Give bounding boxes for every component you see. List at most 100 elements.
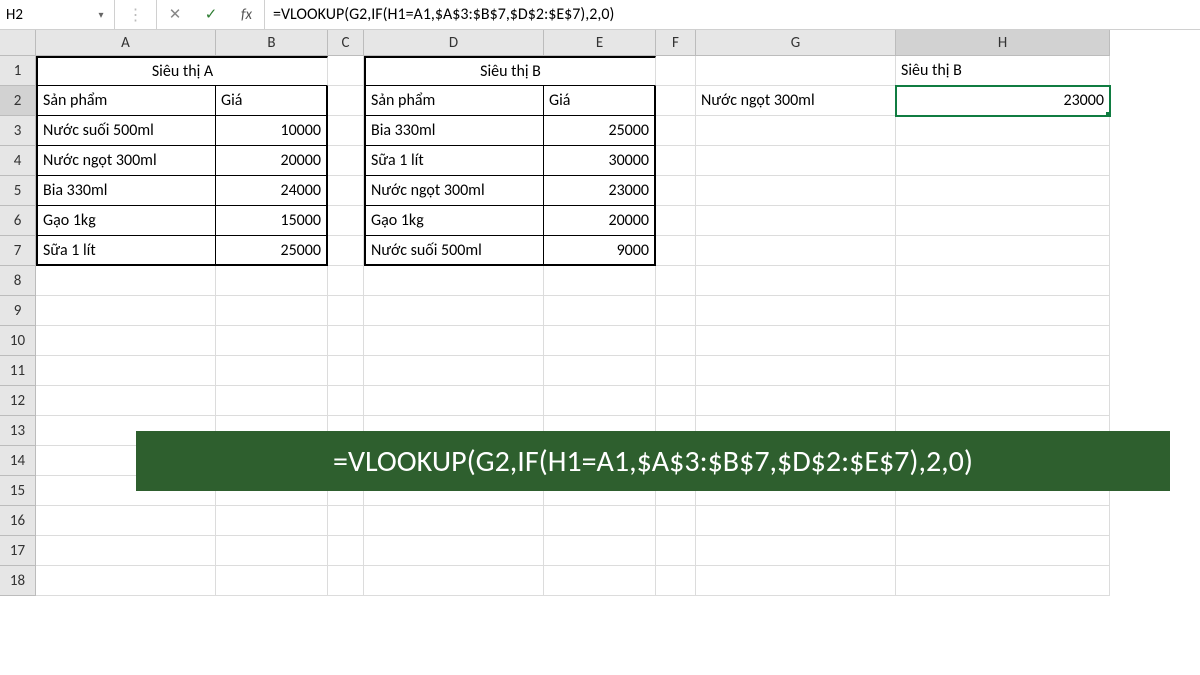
cell-C[interactable]: [328, 536, 364, 566]
cell-C[interactable]: [328, 266, 364, 296]
cell-E[interactable]: [544, 326, 656, 356]
cell-E[interactable]: [544, 296, 656, 326]
table-b-row-price[interactable]: 23000: [544, 176, 656, 206]
cell-E[interactable]: [544, 536, 656, 566]
row-header-12[interactable]: 12: [0, 386, 36, 416]
cell-A[interactable]: [36, 266, 216, 296]
table-b-row-product[interactable]: Nước ngọt 300ml: [364, 176, 544, 206]
cell-B[interactable]: [216, 386, 328, 416]
cell-F[interactable]: [656, 296, 696, 326]
row-header-6[interactable]: 6: [0, 206, 36, 236]
cell-C[interactable]: [328, 566, 364, 596]
fill-handle[interactable]: [1106, 112, 1110, 116]
column-headers[interactable]: ABCDEFGH: [36, 30, 1110, 56]
cell-C[interactable]: [328, 386, 364, 416]
cell-A[interactable]: [36, 326, 216, 356]
cell-H[interactable]: [896, 536, 1110, 566]
cell-B[interactable]: [216, 296, 328, 326]
cell-F[interactable]: [656, 116, 696, 146]
cell-F[interactable]: [656, 536, 696, 566]
cell-B[interactable]: [216, 356, 328, 386]
table-a-row-product[interactable]: Gạo 1kg: [36, 206, 216, 236]
cell-F[interactable]: [656, 176, 696, 206]
cell-B[interactable]: [216, 566, 328, 596]
fx-button[interactable]: fx: [229, 0, 265, 29]
row-header-16[interactable]: 16: [0, 506, 36, 536]
cell-A[interactable]: [36, 566, 216, 596]
cell-H[interactable]: [896, 236, 1110, 266]
row-header-7[interactable]: 7: [0, 236, 36, 266]
table-a-row-product[interactable]: Sữa 1 lít: [36, 236, 216, 266]
table-a-row-product[interactable]: Nước suối 500ml: [36, 116, 216, 146]
lookup-result-cell[interactable]: 23000: [896, 86, 1110, 116]
cell-G[interactable]: [696, 116, 896, 146]
column-header-A[interactable]: A: [36, 30, 216, 56]
row-header-14[interactable]: 14: [0, 446, 36, 476]
lookup-query-cell[interactable]: Nước ngọt 300ml: [696, 86, 896, 116]
cell-F[interactable]: [656, 146, 696, 176]
row-header-8[interactable]: 8: [0, 266, 36, 296]
formula-input[interactable]: [265, 0, 1200, 29]
cell-G[interactable]: [696, 176, 896, 206]
table-b-row-price[interactable]: 20000: [544, 206, 656, 236]
cell-G[interactable]: [696, 356, 896, 386]
cell-D[interactable]: [364, 566, 544, 596]
row-header-4[interactable]: 4: [0, 146, 36, 176]
cell-C[interactable]: [328, 296, 364, 326]
cell-B[interactable]: [216, 266, 328, 296]
cell-E[interactable]: [544, 386, 656, 416]
cell-C[interactable]: [328, 56, 364, 86]
cell-E[interactable]: [544, 566, 656, 596]
cell-D[interactable]: [364, 296, 544, 326]
cell-F[interactable]: [656, 266, 696, 296]
cell-D[interactable]: [364, 326, 544, 356]
cell-C[interactable]: [328, 236, 364, 266]
cell-H[interactable]: [896, 206, 1110, 236]
column-header-H[interactable]: H: [896, 30, 1110, 56]
cell-F[interactable]: [656, 236, 696, 266]
cell-D[interactable]: [364, 386, 544, 416]
column-header-D[interactable]: D: [364, 30, 544, 56]
table-a-row-price[interactable]: 25000: [216, 236, 328, 266]
cell-C[interactable]: [328, 206, 364, 236]
cell-D[interactable]: [364, 536, 544, 566]
cell-F[interactable]: [656, 56, 696, 86]
row-header-17[interactable]: 17: [0, 536, 36, 566]
cell-C[interactable]: [328, 326, 364, 356]
cell-H[interactable]: [896, 386, 1110, 416]
cell-C[interactable]: [328, 356, 364, 386]
row-header-1[interactable]: 1: [0, 56, 36, 86]
cell-C[interactable]: [328, 86, 364, 116]
row-header-11[interactable]: 11: [0, 356, 36, 386]
cell-F[interactable]: [656, 206, 696, 236]
cell-H[interactable]: [896, 356, 1110, 386]
table-b-row-product[interactable]: Bia 330ml: [364, 116, 544, 146]
cell-A[interactable]: [36, 356, 216, 386]
cell-F[interactable]: [656, 386, 696, 416]
cell-A[interactable]: [36, 296, 216, 326]
cell-H[interactable]: [896, 146, 1110, 176]
table-b-title[interactable]: Siêu thị B: [364, 56, 656, 86]
row-header-2[interactable]: 2: [0, 86, 36, 116]
formula-bar[interactable]: H2 ▾ ⋮ ✕ ✓ fx: [0, 0, 1200, 30]
cell-G[interactable]: [696, 506, 896, 536]
column-header-E[interactable]: E: [544, 30, 656, 56]
cell-G[interactable]: [696, 296, 896, 326]
name-box[interactable]: H2 ▾: [0, 0, 115, 29]
cell-E[interactable]: [544, 356, 656, 386]
table-b-row-price[interactable]: 30000: [544, 146, 656, 176]
cell-H[interactable]: [896, 116, 1110, 146]
cell-H[interactable]: [896, 296, 1110, 326]
column-header-F[interactable]: F: [656, 30, 696, 56]
cell-D[interactable]: [364, 506, 544, 536]
cell-C[interactable]: [328, 146, 364, 176]
table-a-header-price[interactable]: Giá: [216, 86, 328, 116]
cell-H[interactable]: [896, 176, 1110, 206]
cell-G[interactable]: [696, 326, 896, 356]
cancel-button[interactable]: ✕: [157, 0, 193, 29]
cell-E[interactable]: [544, 506, 656, 536]
cell-grid[interactable]: Siêu thị ASiêu thị BSiêu thị BSản phẩmGi…: [36, 56, 1110, 596]
row-header-3[interactable]: 3: [0, 116, 36, 146]
cell-A[interactable]: [36, 386, 216, 416]
row-header-15[interactable]: 15: [0, 476, 36, 506]
